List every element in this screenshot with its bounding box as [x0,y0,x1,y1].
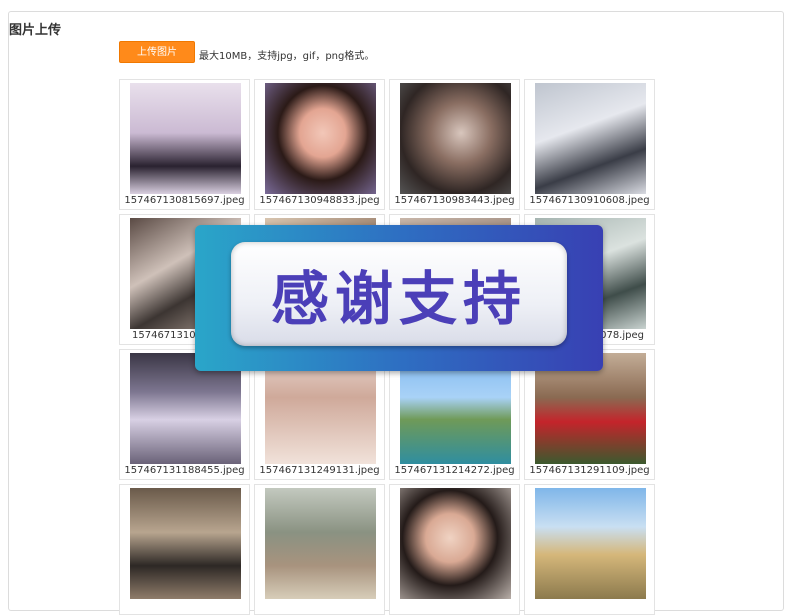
photo-thumbnail[interactable] [400,488,511,599]
photo-thumbnail[interactable] [535,83,646,194]
thanks-banner-plate: 感谢支持 [231,242,567,346]
image-filename: 157467131291109.jpeg [529,465,650,476]
photo-thumbnail[interactable] [130,83,241,194]
section-title: 图片上传 [9,23,62,38]
photo-thumbnail[interactable] [130,488,241,599]
image-card[interactable]: 157467130983443.jpeg [389,79,520,210]
photo-thumbnail[interactable] [265,488,376,599]
image-card[interactable] [389,484,520,615]
thanks-banner-text: 感谢支持 [270,265,527,333]
upload-image-button[interactable]: 上传图片 [119,41,195,63]
image-card[interactable]: 157467130948833.jpeg [254,79,385,210]
photo-thumbnail[interactable] [400,83,511,194]
image-card[interactable] [524,484,655,615]
photo-thumbnail[interactable] [535,488,646,599]
image-card[interactable] [254,484,385,615]
image-filename: 157467131214272.jpeg [394,465,515,476]
image-filename: 157467130983443.jpeg [394,195,515,206]
image-filename: 157467131249131.jpeg [259,465,380,476]
image-card[interactable]: 157467130910608.jpeg [524,79,655,210]
photo-thumbnail[interactable] [265,83,376,194]
image-filename: 157467131188455.jpeg [124,465,245,476]
image-filename: 157467130948833.jpeg [259,195,380,206]
image-filename: 157467130910608.jpeg [529,195,650,206]
upload-hint: 最大10MB，支持jpg，gif，png格式。 [199,51,375,62]
image-filename: 157467130815697.jpeg [124,195,245,206]
image-card[interactable] [119,484,250,615]
thanks-banner: 感谢支持 [195,225,603,371]
image-card[interactable]: 157467130815697.jpeg [119,79,250,210]
